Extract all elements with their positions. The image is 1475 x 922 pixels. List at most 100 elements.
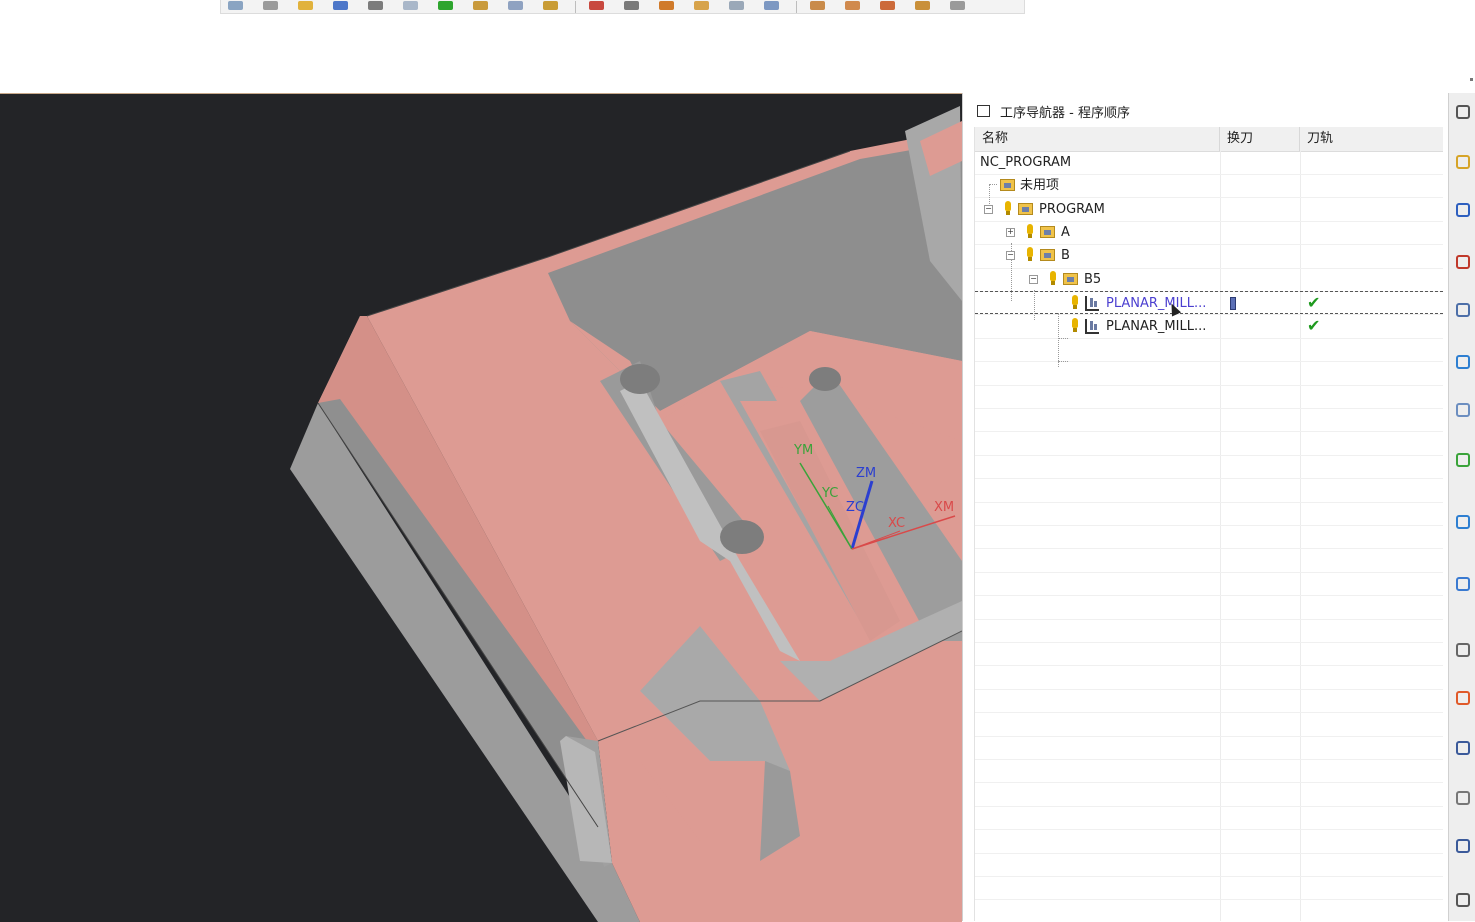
copy-icon[interactable] xyxy=(505,0,527,13)
axis-label-zm: ZM xyxy=(856,466,877,481)
toolpath-ok-check-icon: ✔ xyxy=(1307,293,1321,312)
post-process-icon[interactable] xyxy=(807,0,829,13)
mesh-view-icon[interactable] xyxy=(225,0,247,13)
tree-row-nc-program[interactable]: NC_PROGRAM xyxy=(975,151,1443,174)
row-line xyxy=(975,338,1443,339)
mesh-icon[interactable] xyxy=(1453,351,1473,375)
status-bulb-icon xyxy=(1050,271,1056,285)
wrench-icon[interactable] xyxy=(1453,787,1473,811)
row-line xyxy=(975,619,1443,620)
settings-gear-icon[interactable] xyxy=(1453,101,1473,125)
planar-mill-operation-icon xyxy=(1085,319,1099,334)
group-folder-icon xyxy=(1018,203,1033,215)
axis-label-ym: YM xyxy=(794,443,814,458)
image-icon[interactable] xyxy=(621,0,643,13)
row-line xyxy=(975,548,1443,549)
collapse-icon[interactable]: − xyxy=(1006,251,1015,260)
toolbar-separator xyxy=(796,0,797,13)
row-label: PLANAR_MILL... xyxy=(1106,296,1207,311)
collapse-icon[interactable]: − xyxy=(984,205,993,214)
row-line xyxy=(975,525,1443,526)
row-line xyxy=(975,829,1443,830)
edit-tool-icon[interactable] xyxy=(365,0,387,13)
row-line xyxy=(975,782,1443,783)
row-line xyxy=(975,595,1443,596)
document-icon[interactable] xyxy=(1453,573,1473,597)
axis-label-xm: XM xyxy=(934,500,955,515)
list-icon[interactable] xyxy=(1453,889,1473,913)
geometry-view-icon[interactable] xyxy=(1453,251,1473,275)
row-line xyxy=(975,572,1443,573)
row-line xyxy=(975,853,1443,854)
row-line xyxy=(975,502,1443,503)
status-bulb-icon xyxy=(1027,224,1033,238)
row-line xyxy=(975,899,1443,900)
status-bulb-icon xyxy=(1072,295,1078,309)
list-icon[interactable] xyxy=(400,0,422,13)
geometry-box-icon[interactable] xyxy=(540,0,562,13)
color-bar-icon[interactable] xyxy=(1453,687,1473,711)
info-icon[interactable] xyxy=(1453,511,1473,535)
more-dropdown-icon[interactable] xyxy=(947,0,969,13)
report-icon[interactable] xyxy=(1453,835,1473,859)
operation-nav-icon[interactable] xyxy=(1453,299,1473,323)
history-clock-icon[interactable] xyxy=(1453,639,1473,663)
collapse-icon[interactable]: − xyxy=(1029,275,1038,284)
row-label: 未用项 xyxy=(1020,178,1060,193)
window-icon[interactable] xyxy=(977,105,990,117)
display-icon[interactable] xyxy=(586,0,608,13)
row-label: PROGRAM xyxy=(1039,202,1105,217)
tree-line xyxy=(1058,361,1068,362)
tree-row-planar-mill-1[interactable]: PLANAR_MILL... ✔ xyxy=(975,291,1443,317)
tool-icon[interactable] xyxy=(295,0,317,13)
expand-icon[interactable]: + xyxy=(1006,228,1015,237)
wrench-icon[interactable] xyxy=(761,0,783,13)
program-order-icon[interactable] xyxy=(1453,151,1473,175)
export-icon[interactable] xyxy=(912,0,934,13)
machine-tool-icon[interactable] xyxy=(1453,199,1473,223)
part-model xyxy=(290,106,962,922)
surface-icon[interactable] xyxy=(260,0,282,13)
machine-icon[interactable] xyxy=(1453,399,1473,423)
verify-check-icon[interactable] xyxy=(435,0,457,13)
operation-navigator: 工序导航器 - 程序顺序 名称 换刀 刀轨 NC_PROGRAM 未用项 − P… xyxy=(962,93,1449,921)
column-header-path[interactable]: 刀轨 xyxy=(1300,127,1443,151)
tree-row-program[interactable]: − PROGRAM xyxy=(975,198,1443,221)
group-folder-icon xyxy=(1000,179,1015,191)
graphics-viewport[interactable]: YM YC ZM ZC XC XM xyxy=(0,93,962,922)
sheet-icon[interactable] xyxy=(726,0,748,13)
row-line xyxy=(975,806,1443,807)
shop-doc-icon[interactable] xyxy=(842,0,864,13)
layout-icon[interactable] xyxy=(470,0,492,13)
row-line xyxy=(975,712,1443,713)
grid-header: 名称 换刀 刀轨 xyxy=(975,127,1443,152)
axis-label-yc: YC xyxy=(822,486,839,501)
column-header-tool-change[interactable]: 换刀 xyxy=(1220,127,1300,151)
row-line xyxy=(975,385,1443,386)
tree-row-unused-items[interactable]: 未用项 xyxy=(975,174,1443,197)
create-tool-icon[interactable] xyxy=(330,0,352,13)
tree-row-b5[interactable]: − B5 xyxy=(975,268,1443,291)
axis-label-zc: ZC xyxy=(846,500,864,515)
toolpath-ok-check-icon: ✔ xyxy=(1307,316,1321,335)
group-folder-icon xyxy=(1040,226,1055,238)
axis-label-xc: XC xyxy=(888,516,906,531)
tree-row-planar-mill-2[interactable]: PLANAR_MILL... ✔ xyxy=(975,315,1443,338)
refresh-icon[interactable] xyxy=(691,0,713,13)
row-line xyxy=(975,665,1443,666)
row-label: B xyxy=(1061,248,1070,263)
column-header-name[interactable]: 名称 xyxy=(975,127,1220,151)
tool-change-icon xyxy=(1230,297,1236,310)
tool-list-icon[interactable] xyxy=(1453,737,1473,761)
tree-row-a[interactable]: + A xyxy=(975,221,1443,244)
row-line xyxy=(975,689,1443,690)
status-bulb-icon xyxy=(1027,247,1033,261)
cut-icon[interactable] xyxy=(656,0,678,13)
operation-tree-grid[interactable]: 名称 换刀 刀轨 NC_PROGRAM 未用项 − PROGRAM + A − … xyxy=(974,127,1443,921)
tree-row-b[interactable]: − B xyxy=(975,244,1443,267)
row-line xyxy=(975,408,1443,409)
library-icon[interactable] xyxy=(1453,449,1473,473)
tool-delete-icon[interactable] xyxy=(877,0,899,13)
row-line xyxy=(975,642,1443,643)
row-line xyxy=(975,876,1443,877)
